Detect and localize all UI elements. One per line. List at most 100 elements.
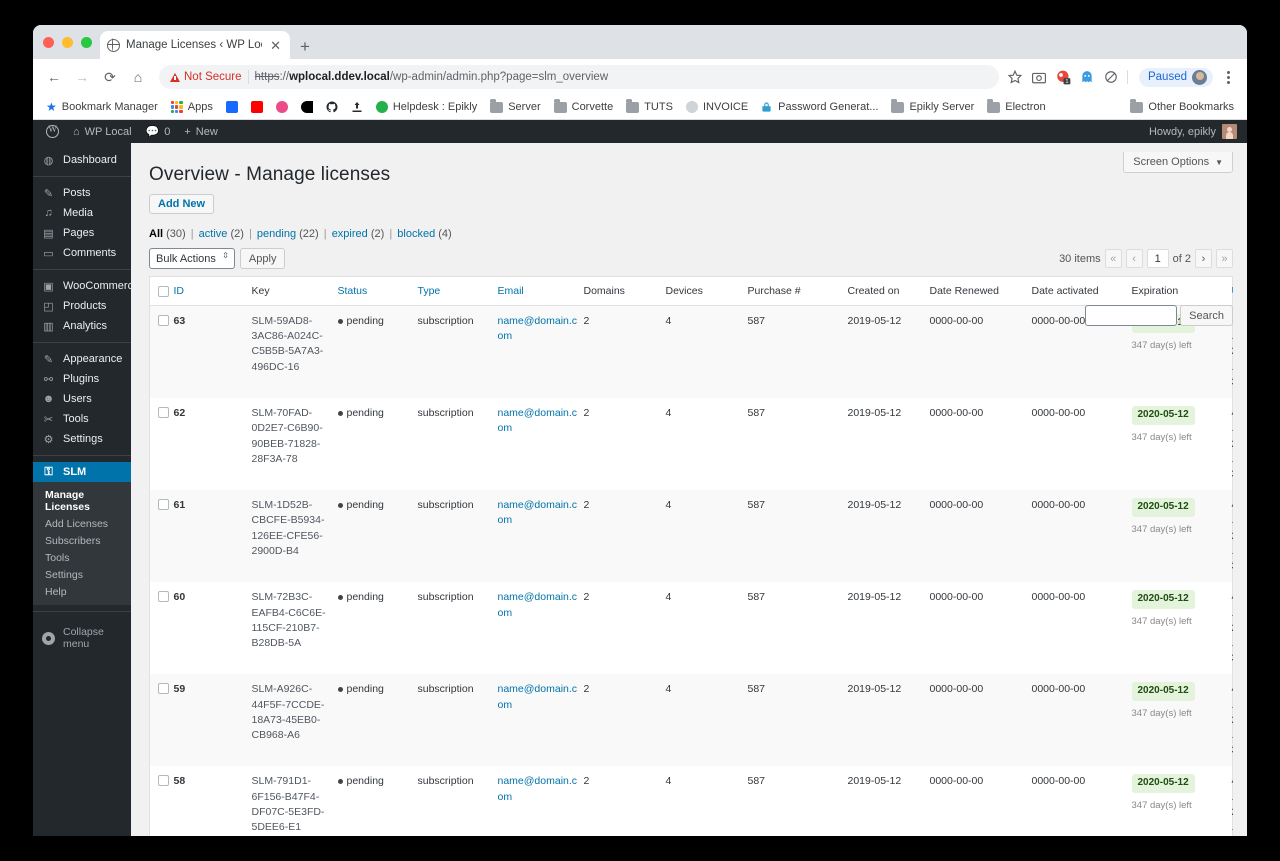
close-icon[interactable]: ✕ — [268, 39, 283, 52]
account-menu[interactable]: Howdy, epikly — [1149, 124, 1241, 139]
maximize-window-button[interactable] — [81, 36, 92, 48]
screenshot-camera-icon[interactable] — [1031, 69, 1048, 86]
sidebar-item-media[interactable]: ♫ Media — [33, 203, 131, 223]
email-link[interactable]: name@domain.com — [498, 407, 578, 434]
ghost-extension-icon[interactable] — [1079, 69, 1096, 86]
sidebar-item-analytics[interactable]: ▥ Analytics — [33, 316, 131, 336]
sidebar-item-add-licenses[interactable]: Add Licenses — [33, 515, 131, 532]
sidebar-item-appearance[interactable]: ✎ Appearance — [33, 349, 131, 369]
current-page-input[interactable]: 1 — [1146, 249, 1169, 268]
sidebar-item-products[interactable]: ◰ Products — [33, 296, 131, 316]
bookmark-star-icon[interactable] — [1007, 69, 1024, 86]
bookmark-upload[interactable] — [346, 99, 368, 115]
sidebar-item-slm-tools[interactable]: Tools — [33, 549, 131, 566]
next-page-button[interactable]: › — [1195, 249, 1212, 268]
bookmark-apps[interactable]: Apps — [166, 99, 218, 115]
add-new-button[interactable]: Add New — [149, 194, 215, 214]
table-row[interactable]: 61 SLM-1D52B-CBCFE-B5934-126EE-CFE56-2900… — [149, 490, 1233, 583]
licenses-table-scroll[interactable]: ID Key Status Type Email Domains Devices… — [149, 276, 1233, 836]
row-checkbox[interactable] — [158, 499, 169, 511]
back-icon[interactable]: ← — [41, 64, 67, 90]
email-link[interactable]: name@domain.com — [498, 499, 578, 526]
column-header-until-ver[interactable]: Until Ver. — [1231, 276, 1233, 306]
not-secure-badge[interactable]: Not Secure — [170, 71, 242, 83]
site-name-menu[interactable]: ⌂ WP Local — [66, 120, 139, 143]
bookmark-youtube[interactable] — [246, 99, 268, 115]
address-bar[interactable]: Not Secure https://wplocal.ddev.local/wp… — [159, 65, 999, 89]
row-checkbox[interactable] — [158, 775, 169, 787]
sidebar-item-users[interactable]: ☻ Users — [33, 389, 131, 409]
wp-logo-menu[interactable] — [39, 120, 66, 143]
other-bookmarks-button[interactable]: Other Bookmarks — [1125, 99, 1239, 115]
email-link[interactable]: name@domain.com — [498, 683, 578, 710]
collapse-menu-button[interactable]: Collapse menu — [33, 618, 131, 650]
comments-bubble[interactable]: 💬 0 — [139, 120, 178, 143]
sidebar-item-slm-help[interactable]: Help — [33, 583, 131, 600]
email-link[interactable]: name@domain.com — [498, 591, 578, 618]
select-all-checkbox[interactable] — [158, 286, 169, 297]
row-checkbox[interactable] — [158, 591, 169, 603]
column-header-email[interactable]: Email — [497, 276, 584, 306]
filter-all[interactable]: All — [149, 228, 163, 240]
email-link[interactable]: name@domain.com — [498, 775, 578, 802]
bookmark-epikly-server[interactable]: Epikly Server — [886, 99, 979, 115]
bulk-actions-select[interactable]: Bulk Actions ⇳ — [149, 248, 235, 269]
reload-icon[interactable]: ⟳ — [97, 64, 123, 90]
extension-badge-icon[interactable]: 1 — [1055, 69, 1072, 86]
bookmark-github[interactable] — [321, 99, 343, 115]
filter-blocked[interactable]: blocked — [397, 228, 435, 240]
sidebar-item-woocommerce[interactable]: ▣ WooCommerce — [33, 276, 139, 296]
column-header-status[interactable]: Status — [337, 276, 418, 306]
prev-page-button[interactable]: ‹ — [1125, 249, 1143, 268]
sidebar-item-comments[interactable]: ▭ Comments — [33, 243, 131, 263]
bookmark-electron[interactable]: Electron — [982, 99, 1050, 115]
search-button[interactable]: Search — [1180, 305, 1233, 326]
bookmark-password-generator[interactable]: Password Generat... — [756, 99, 883, 115]
email-link[interactable]: name@domain.com — [498, 315, 578, 342]
row-checkbox[interactable] — [158, 683, 169, 695]
column-header-id[interactable]: ID — [173, 276, 252, 306]
last-page-button[interactable]: » — [1216, 249, 1233, 268]
bookmark-corvette[interactable]: Corvette — [549, 99, 619, 115]
sidebar-item-posts[interactable]: ✎ Posts — [33, 183, 131, 203]
sidebar-item-plugins[interactable]: ⚯ Plugins — [33, 369, 131, 389]
profile-paused-chip[interactable]: Paused — [1138, 67, 1213, 87]
browser-tab[interactable]: Manage Licenses ‹ WP Local – ✕ — [100, 31, 290, 59]
chrome-menu-icon[interactable] — [1220, 69, 1237, 86]
table-row[interactable]: 58 SLM-791D1-6F156-B47F4-DF07C-5E3FD-5DEE… — [150, 766, 1233, 836]
table-row[interactable]: 60 SLM-72B3C-EAFB4-C6C6E-115CF-210B7-B28D… — [150, 582, 1233, 674]
table-row[interactable]: 62 SLM-70FAD-0D2E7-C6B90-90BEB-71828-28F3… — [150, 398, 1233, 490]
filter-expired[interactable]: expired — [332, 228, 368, 240]
screen-options-button[interactable]: Screen Options ▼ — [1123, 152, 1233, 173]
close-window-button[interactable] — [43, 36, 54, 48]
sidebar-item-settings[interactable]: ⚙ Settings — [33, 429, 131, 449]
new-tab-button[interactable]: + — [300, 38, 310, 55]
forward-icon[interactable]: → — [69, 64, 95, 90]
bookmark-server[interactable]: Server — [485, 99, 545, 115]
block-extension-icon[interactable] — [1103, 69, 1120, 86]
sidebar-item-pages[interactable]: ▤ Pages — [33, 223, 131, 243]
bookmark-dribbble[interactable] — [271, 99, 293, 115]
table-row[interactable]: 59 SLM-A926C-44F5F-7CCDE-18A73-45EB0-CB96… — [149, 674, 1233, 767]
sidebar-item-manage-licenses[interactable]: Manage Licenses — [33, 486, 131, 515]
sidebar-item-dashboard[interactable]: ◍ Dashboard — [33, 150, 131, 170]
sidebar-item-slm-settings[interactable]: Settings — [33, 566, 131, 583]
search-input[interactable] — [1085, 305, 1178, 326]
sidebar-item-tools[interactable]: ✂ Tools — [33, 409, 131, 429]
home-icon[interactable]: ⌂ — [125, 64, 151, 90]
table-row[interactable]: 63 SLM-59AD8-3AC86-A024C-C5B5B-5A7A3-496D… — [149, 305, 1233, 399]
column-header-type[interactable]: Type — [417, 276, 498, 306]
first-page-button[interactable]: « — [1104, 249, 1122, 268]
row-checkbox[interactable] — [158, 407, 169, 419]
filter-pending[interactable]: pending — [257, 228, 296, 240]
row-checkbox[interactable] — [158, 315, 169, 326]
bookmark-bookmark-manager[interactable]: ★ Bookmark Manager — [41, 99, 163, 115]
sidebar-item-slm[interactable]: ⚿ SLM — [33, 462, 131, 482]
new-content-menu[interactable]: + New — [177, 120, 224, 143]
bookmark-moon[interactable] — [296, 99, 318, 115]
minimize-window-button[interactable] — [62, 36, 73, 48]
bookmark-tuts[interactable]: TUTS — [621, 99, 678, 115]
filter-active[interactable]: active — [199, 228, 228, 240]
sidebar-item-subscribers[interactable]: Subscribers — [33, 532, 131, 549]
apply-button[interactable]: Apply — [239, 248, 286, 269]
